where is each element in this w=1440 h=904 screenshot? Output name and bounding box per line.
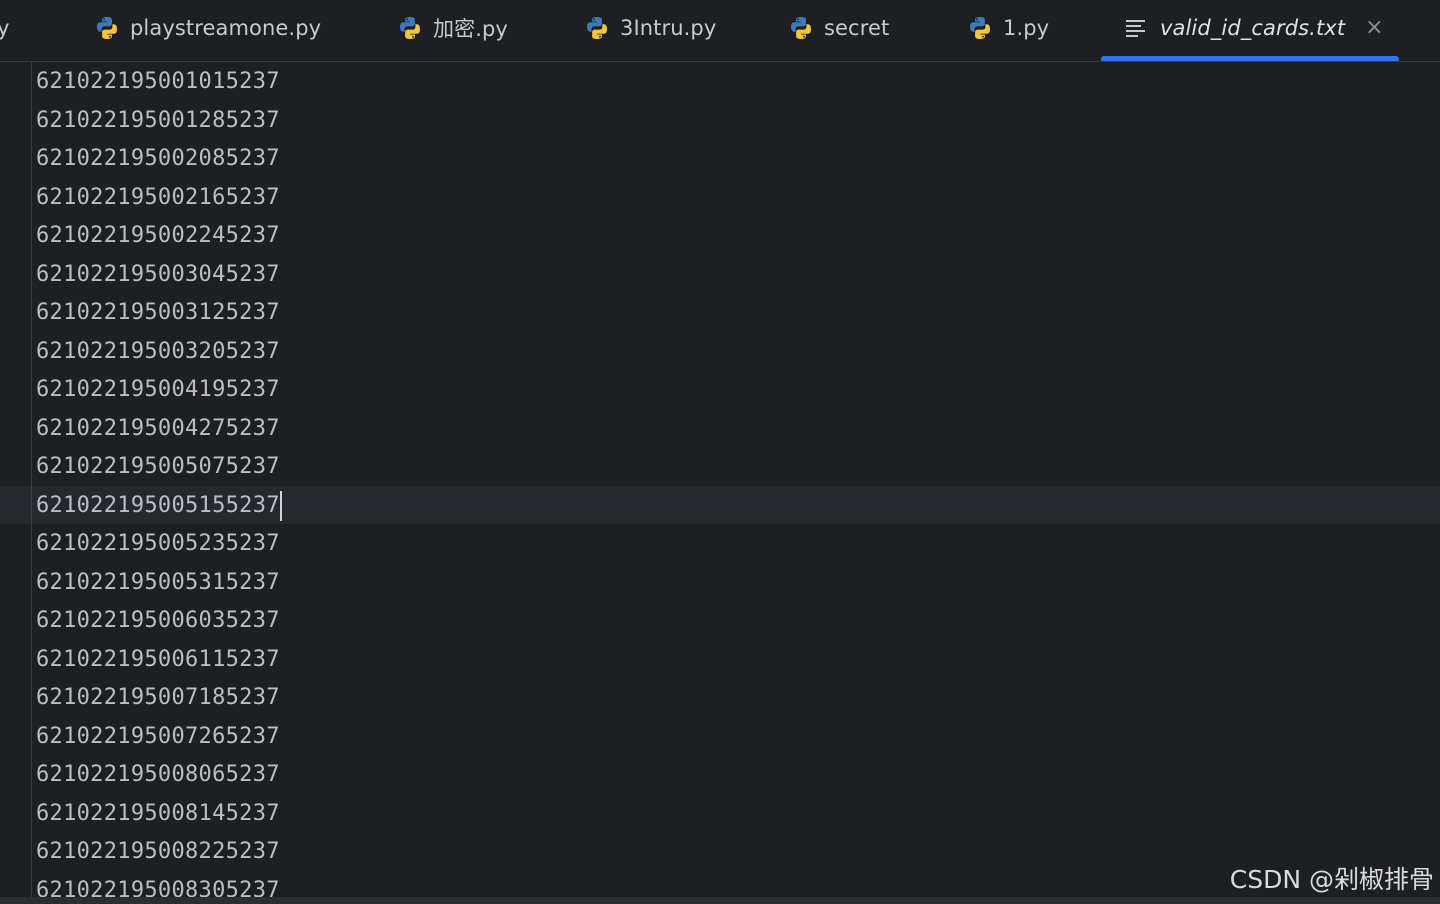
text-line[interactable]: 621022195005315237: [36, 564, 282, 603]
close-tab-icon[interactable]: ×: [1365, 17, 1383, 39]
text-line[interactable]: 621022195003125237: [36, 294, 282, 333]
line-text: 621022195006115237: [36, 646, 280, 672]
line-text: 621022195004275237: [36, 415, 280, 441]
python-file-icon: [400, 17, 420, 39]
watermark: CSDN @剁椒排骨: [1229, 865, 1434, 894]
text-line[interactable]: 621022195007185237: [36, 679, 282, 718]
line-text: 621022195005315237: [36, 569, 280, 595]
editor-tab-bar: y playstreamone.py 加密.py 3Intru.py: [0, 0, 1440, 62]
tab-valid-id-cards-txt[interactable]: valid_id_cards.txt ×: [1124, 0, 1384, 56]
line-text: 621022195007185237: [36, 685, 280, 710]
text-line[interactable]: 621022195006035237: [36, 602, 282, 641]
text-line[interactable]: 621022195004275237: [36, 410, 282, 449]
text-line[interactable]: 621022195005075237: [36, 448, 282, 487]
text-line[interactable]: 621022195004195237: [36, 371, 282, 410]
line-text: 621022195008145237: [36, 800, 280, 826]
line-text: 621022195003045237: [36, 261, 280, 287]
line-text: 621022195001285237: [36, 107, 280, 133]
tab-partial-py[interactable]: y: [0, 0, 10, 56]
line-text: 621022195002085237: [36, 146, 280, 171]
python-file-icon: [791, 17, 811, 39]
python-file-icon: [97, 17, 117, 39]
line-text: 621022195005075237: [36, 454, 280, 479]
line-text: 621022195006035237: [36, 608, 280, 633]
text-line[interactable]: 621022195001285237: [36, 102, 282, 141]
tab-1-py[interactable]: 1.py: [967, 0, 1049, 56]
line-text: 621022195002245237: [36, 223, 280, 248]
gutter-separator: [31, 62, 32, 898]
text-line[interactable]: 621022195003045237: [36, 256, 282, 295]
text-editor[interactable]: 621022195001015237 621022195001285237 6210…: [0, 62, 1440, 898]
tab-label: secret: [824, 16, 890, 40]
status-bar: [0, 897, 1440, 904]
tab-label: valid_id_cards.txt: [1160, 16, 1346, 40]
text-line[interactable]: 621022195005155237: [36, 487, 282, 526]
tab-label: y: [0, 16, 10, 40]
tab-label: 1.py: [1003, 16, 1050, 40]
text-line[interactable]: 621022195008225237: [36, 833, 282, 872]
tab-3intru-py[interactable]: 3Intru.py: [584, 0, 716, 56]
text-line[interactable]: 621022195008145237: [36, 795, 282, 834]
editor-lines: 621022195001015237 621022195001285237 6210…: [36, 63, 282, 898]
line-text: 621022195007265237: [36, 723, 280, 749]
line-text: 621022195008065237: [36, 762, 280, 787]
tab-label: 加密.py: [433, 17, 508, 41]
tab-label: playstreamone.py: [130, 16, 322, 40]
text-line[interactable]: 621022195008305237: [36, 872, 282, 899]
text-line[interactable]: 621022195007265237: [36, 718, 282, 757]
text-line[interactable]: 621022195002245237: [36, 217, 282, 256]
tab-encrypt-py[interactable]: 加密.py: [397, 0, 508, 56]
text-line[interactable]: 621022195006115237: [36, 641, 282, 680]
line-text: 621022195002165237: [36, 184, 280, 210]
text-line[interactable]: 621022195008065237: [36, 756, 282, 795]
python-file-icon: [587, 17, 607, 39]
text-line[interactable]: 621022195002165237: [36, 179, 282, 218]
line-text: 621022195001015237: [36, 69, 280, 94]
line-text: 621022195003125237: [36, 300, 280, 325]
line-text: 621022195008305237: [36, 877, 280, 899]
line-text: 621022195003205237: [36, 338, 280, 364]
text-line[interactable]: 621022195003205237: [36, 333, 282, 372]
line-text: 621022195008225237: [36, 839, 280, 864]
python-file-icon: [970, 17, 990, 39]
text-caret: [279, 490, 282, 521]
line-text: 621022195005155237: [36, 492, 280, 518]
line-text: 621022195005235237: [36, 531, 280, 556]
text-line[interactable]: 621022195001015237: [36, 63, 282, 102]
tab-secret[interactable]: secret: [788, 0, 889, 56]
text-line[interactable]: 621022195002085237: [36, 140, 282, 179]
line-text: 621022195004195237: [36, 377, 280, 402]
text-file-icon: [1126, 20, 1145, 37]
tab-playstreamone-py[interactable]: playstreamone.py: [94, 0, 321, 56]
tab-label: 3Intru.py: [620, 16, 717, 40]
text-line[interactable]: 621022195005235237: [36, 525, 282, 564]
